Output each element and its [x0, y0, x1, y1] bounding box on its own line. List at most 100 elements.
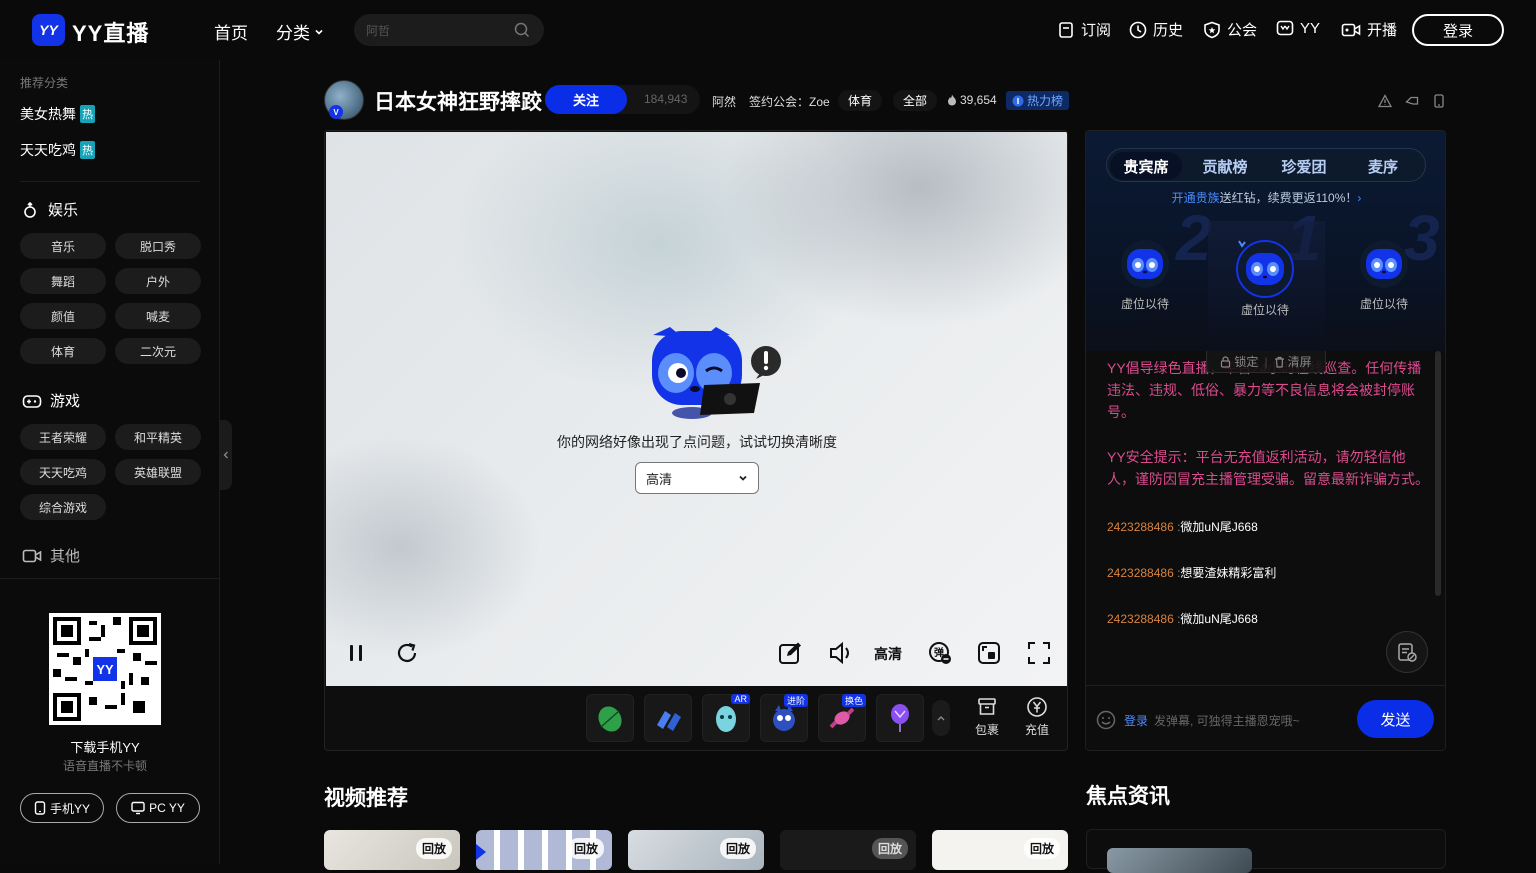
gift-item[interactable] [586, 694, 634, 742]
vip-seat[interactable]: 虚位以待 [1105, 239, 1185, 312]
recharge-button[interactable]: 充值 [1017, 696, 1057, 738]
game-heading[interactable]: 游戏 [22, 390, 80, 411]
category-pill[interactable]: 颜值 [20, 303, 106, 329]
yy-link[interactable]: YY [1276, 19, 1320, 37]
follow-button[interactable]: 关注 [545, 85, 627, 114]
category-tag[interactable]: 体育 [838, 90, 883, 111]
vip-promo[interactable]: 开通贵族送红钻，续费更返110%！› [1086, 189, 1445, 206]
video-card[interactable]: 回放 [476, 830, 612, 870]
category-pill[interactable]: 和平精英 [115, 424, 201, 450]
yy-logo-icon[interactable]: YY [32, 14, 65, 46]
gift-bar: AR 进阶 换色 包裹 充值 [325, 686, 1067, 750]
category-pill[interactable]: 综合游戏 [20, 494, 106, 520]
emoji-icon[interactable] [1096, 710, 1116, 730]
pause-icon[interactable] [346, 643, 366, 663]
chat-username[interactable]: 2423288486 [1107, 520, 1174, 534]
video-card[interactable]: 回放 [628, 830, 764, 870]
login-button[interactable]: 登录 [1412, 14, 1504, 46]
sidebar-collapse-button[interactable] [220, 420, 232, 490]
chevron-up-icon [937, 716, 945, 721]
send-button[interactable]: 发送 [1357, 700, 1434, 738]
tab-vip[interactable]: 贵宾席 [1110, 152, 1182, 180]
category-pill[interactable]: 英雄联盟 [115, 459, 201, 485]
nav-home[interactable]: 首页 [214, 19, 248, 44]
video-card[interactable]: 回放 [324, 830, 460, 870]
entertainment-heading[interactable]: 娱乐 [22, 199, 78, 220]
category-pill[interactable]: 二次元 [115, 338, 201, 364]
search-icon[interactable] [514, 22, 530, 38]
input-login-link[interactable]: 登录 [1124, 712, 1148, 729]
chat-settings-button[interactable] [1386, 631, 1428, 673]
tab-contribution[interactable]: 贡献榜 [1189, 152, 1261, 180]
category-pill[interactable]: 喊麦 [115, 303, 201, 329]
category-pill[interactable]: 户外 [115, 268, 201, 294]
download-subtitle: 语音直播不卡顿 [62, 759, 147, 773]
vip-seat[interactable]: 虚位以待 [1225, 239, 1305, 318]
category-pill[interactable]: 体育 [20, 338, 106, 364]
edit-icon[interactable] [778, 641, 802, 665]
history-link[interactable]: 历史 [1129, 19, 1183, 40]
pc-yy-button[interactable]: PC YY [116, 793, 200, 823]
logo-text[interactable]: YY直播 [72, 16, 149, 48]
chat-username[interactable]: 2423288486 [1107, 612, 1174, 626]
chevron-down-icon [315, 29, 323, 35]
hot-category-item[interactable]: 天天吃鸡 热 [20, 140, 95, 160]
quality-button[interactable]: 高清 [874, 644, 902, 664]
other-heading[interactable]: 其他 [22, 545, 80, 566]
broadcast-link[interactable]: 开播 [1341, 19, 1397, 40]
news-card[interactable] [1086, 829, 1446, 873]
report-icon[interactable] [1378, 94, 1392, 108]
danmaku-toggle-icon[interactable]: 弹 [928, 641, 952, 665]
subscribe-link[interactable]: 订阅 [1057, 19, 1111, 40]
chat-username[interactable]: 2423288486 [1107, 566, 1174, 580]
chat-message[interactable]: 2423288486 :微加uN尾J668 [1107, 518, 1258, 535]
bag-button[interactable]: 包裹 [967, 696, 1007, 738]
category-pill[interactable]: 脱口秀 [115, 233, 201, 259]
tab-mic-queue[interactable]: 麦序 [1347, 152, 1419, 180]
gift-expand-button[interactable] [932, 700, 950, 736]
chat-scrollbar[interactable] [1435, 351, 1441, 596]
chat-message[interactable]: 2423288486 :微加uN尾J668 [1107, 610, 1258, 627]
picture-in-picture-icon[interactable] [977, 641, 1001, 665]
search-box[interactable]: 阿哲 [354, 14, 544, 46]
lock-button[interactable]: 锁定 [1220, 353, 1258, 370]
gift-item[interactable]: 换色 [818, 694, 866, 742]
replay-badge: 回放 [871, 838, 908, 859]
tab-fan-club[interactable]: 珍爱团 [1268, 152, 1340, 180]
anchor-name[interactable]: 阿然 [712, 93, 736, 110]
search-input[interactable]: 阿哲 [366, 22, 390, 39]
vip-seat[interactable]: 虚位以待 [1344, 239, 1424, 312]
heat-rank-tag[interactable]: 热力榜 [1006, 91, 1070, 110]
mobile-yy-button[interactable]: 手机YY [20, 793, 104, 823]
category-pill[interactable]: 音乐 [20, 233, 106, 259]
clear-screen-button[interactable]: 清屏 [1274, 353, 1312, 370]
quality-select[interactable]: 高清 [635, 462, 759, 494]
guild-info[interactable]: 签约公会：Zoe [749, 93, 830, 110]
video-card[interactable]: 回放 [932, 830, 1068, 870]
all-tag[interactable]: 全部 [893, 90, 938, 111]
danmaku-input[interactable]: 发弹幕, 可独得主播恩宠哦~ [1154, 712, 1300, 729]
hot-category-item[interactable]: 美女热舞 热 [20, 104, 95, 124]
anchor-avatar[interactable]: V [324, 80, 364, 120]
mobile-watch-icon[interactable] [1432, 94, 1446, 108]
category-pill[interactable]: 王者荣耀 [20, 424, 106, 450]
volume-icon[interactable] [828, 641, 854, 665]
guild-link[interactable]: 公会 [1203, 19, 1257, 40]
nav-category-label: 分类 [276, 24, 310, 43]
category-pill[interactable]: 天天吃鸡 [20, 459, 106, 485]
video-card[interactable]: 回放 [780, 830, 916, 870]
gift-item[interactable]: AR [702, 694, 750, 742]
chat-area[interactable]: YY倡导绿色直播，平台24小时在线巡查。任何传播违法、违规、低俗、暴力等不良信息… [1086, 351, 1445, 685]
refresh-icon[interactable] [395, 641, 419, 665]
vip-promo-link[interactable]: 开通贵族 [1172, 191, 1220, 205]
nav-category[interactable]: 分类 [276, 19, 324, 44]
gift-item[interactable] [644, 694, 692, 742]
category-pill[interactable]: 舞蹈 [20, 268, 106, 294]
gift-item[interactable] [876, 694, 924, 742]
fullscreen-icon[interactable] [1027, 641, 1051, 665]
share-icon[interactable] [1405, 94, 1419, 108]
video-area[interactable]: 你的网络好像出现了点问题，试试切换清晰度 高清 高清 弹 [326, 132, 1067, 686]
gift-item[interactable]: 进阶 [760, 694, 808, 742]
gift-badge: AR [731, 694, 750, 704]
chat-message[interactable]: 2423288486 :想要渣妹精彩富利 [1107, 564, 1276, 581]
